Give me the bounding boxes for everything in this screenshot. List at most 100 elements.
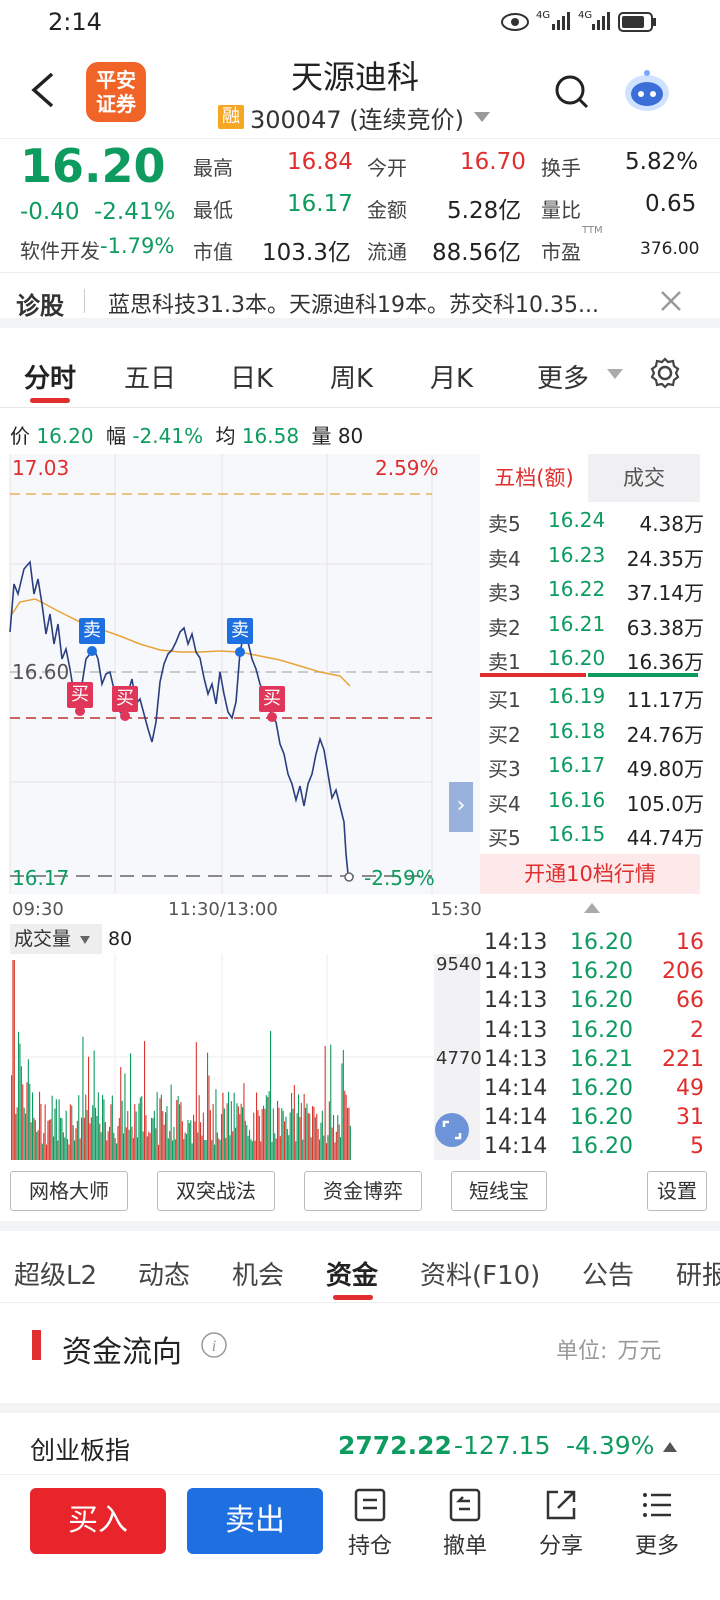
sell-marker[interactable]: 卖 [227, 618, 253, 644]
volume-bar [107, 1131, 109, 1160]
tab-weekly-k[interactable]: 周K [330, 358, 373, 395]
tab-monthly-k[interactable]: 月K [430, 358, 473, 395]
close-icon[interactable] [660, 290, 682, 312]
buy-marker[interactable]: 买 [112, 686, 138, 712]
buy-button[interactable]: 买入 [30, 1488, 166, 1554]
ask-row[interactable]: 卖5 16.24 4.38万 [480, 504, 710, 538]
volume-bar [92, 1105, 94, 1160]
volume-bar [344, 1090, 346, 1160]
tab-news-feed[interactable]: 动态 [138, 1255, 190, 1292]
info-icon[interactable]: i [200, 1331, 228, 1359]
buy-marker[interactable]: 买 [67, 682, 93, 708]
tab-trades[interactable]: 成交 [588, 454, 700, 502]
ask-row[interactable]: 卖3 16.22 37.14万 [480, 573, 710, 607]
diagnose-text[interactable]: 蓝思科技31.3本。天源迪科19本。苏交科10.35... [108, 287, 653, 319]
tab-five-day[interactable]: 五日 [124, 358, 176, 395]
price-change-pct: -2.41% [94, 199, 176, 225]
volume-bar [170, 1084, 172, 1160]
volume-bar [235, 1127, 237, 1160]
volume-bar [327, 1135, 329, 1160]
volume-bar [33, 1117, 35, 1160]
volume-bar [142, 1131, 144, 1160]
upgrade-level10-button[interactable]: 开通10档行情 [480, 854, 700, 894]
volume-bar [132, 1138, 134, 1160]
volume-bar [146, 1136, 148, 1160]
volume-bar [268, 1091, 270, 1160]
ask-row[interactable]: 卖4 16.23 24.35万 [480, 539, 710, 573]
volume-bar [95, 1107, 97, 1160]
more-button[interactable]: 更多 [617, 1488, 697, 1560]
volume-bar [111, 1095, 113, 1160]
volume-bar [165, 1112, 167, 1160]
positions-button[interactable]: 持仓 [330, 1488, 410, 1560]
tab-daily-k[interactable]: 日K [230, 358, 273, 395]
tab-more[interactable]: 更多 [537, 358, 589, 395]
tab-opportunity[interactable]: 机会 [232, 1255, 284, 1292]
volume-bar [307, 1113, 309, 1160]
tab-order-book[interactable]: 五档(额) [480, 454, 588, 502]
sell-button[interactable]: 卖出 [187, 1488, 323, 1554]
tab-active-indicator [30, 398, 70, 403]
volume-bar [296, 1113, 298, 1160]
price-chart[interactable] [0, 454, 480, 894]
info-amp-label: 幅 [105, 424, 126, 448]
level-price: 16.22 [548, 577, 606, 601]
tab-intraday[interactable]: 分时 [24, 358, 76, 395]
bid-row[interactable]: 买2 16.18 24.76万 [480, 715, 710, 749]
tick-row: 14:13 16.21 221 [480, 1047, 710, 1076]
cancel-order-button[interactable]: 撤单 [425, 1488, 505, 1560]
settings-button[interactable]: 设置 [647, 1171, 707, 1211]
tab-profile-f10[interactable]: 资料(F10) [420, 1255, 540, 1292]
volume-bar [288, 1135, 290, 1160]
volume-bar [271, 1141, 273, 1160]
indicator-select[interactable]: 成交量 [10, 924, 102, 954]
bid-row[interactable]: 买4 16.16 105.0万 [480, 784, 710, 818]
tab-announcements[interactable]: 公告 [582, 1255, 634, 1292]
volume-bar [258, 1115, 260, 1160]
expand-up-icon[interactable] [662, 1441, 678, 1453]
scroll-up-icon[interactable] [583, 902, 601, 914]
sector-name[interactable]: 软件开发 [20, 235, 100, 264]
double-breakout-button[interactable]: 双突战法 [157, 1171, 275, 1211]
buy-marker[interactable]: 买 [259, 686, 285, 712]
settings-gear-icon[interactable] [648, 356, 682, 390]
tick-time: 14:13 [484, 1017, 548, 1043]
fund-game-button[interactable]: 资金博弈 [304, 1171, 422, 1211]
fullscreen-icon[interactable] [434, 1112, 470, 1148]
broker-logo[interactable]: 平安 证券 [86, 62, 146, 122]
diagnose-bar[interactable]: 诊股 蓝思科技31.3本。天源迪科19本。苏交科10.35... [0, 272, 720, 328]
level-amount: 63.38万 [626, 615, 704, 640]
stock-code-row[interactable]: 融 300047 (连续竞价) [218, 102, 492, 134]
ask-row[interactable]: 卖2 16.21 63.38万 [480, 608, 710, 642]
volume-bar [337, 1115, 339, 1160]
tick-row: 14:13 16.20 2 [480, 1018, 710, 1047]
volume-bar [197, 1132, 199, 1160]
signal-icon-2 [592, 12, 610, 30]
volume-bar [250, 1139, 252, 1160]
short-line-button[interactable]: 短线宝 [451, 1171, 547, 1211]
volume-bar [181, 1121, 183, 1160]
bid-row[interactable]: 买3 16.17 49.80万 [480, 749, 710, 783]
ask-row[interactable]: 卖1 16.20 16.36万 [480, 642, 710, 676]
tab-research[interactable]: 研报 [676, 1255, 720, 1292]
panel-toggle-handle[interactable]: › [449, 782, 473, 832]
tab-super-l2[interactable]: 超级L2 [14, 1255, 97, 1292]
index-ticker[interactable]: 创业板指 2772.22 -127.15 -4.39% [0, 1403, 720, 1475]
tab-funds[interactable]: 资金 [326, 1255, 378, 1292]
back-icon[interactable] [28, 70, 58, 110]
bid-row[interactable]: 买1 16.19 11.17万 [480, 680, 710, 714]
chart-top-price: 17.03 [12, 456, 70, 480]
bid-row[interactable]: 买5 16.15 44.74万 [480, 818, 710, 852]
volume-chart[interactable] [0, 954, 480, 1160]
share-button[interactable]: 分享 [521, 1488, 601, 1560]
sell-marker[interactable]: 卖 [79, 618, 105, 644]
volume-bar [75, 1128, 77, 1160]
volume-bar [201, 1135, 203, 1160]
search-icon[interactable] [554, 74, 590, 110]
grid-master-button[interactable]: 网格大师 [10, 1171, 128, 1211]
volume-bar [214, 1144, 216, 1160]
robot-assistant-icon[interactable] [622, 66, 672, 116]
order-book: 五档(额) 成交 卖5 16.24 4.38万 卖4 16.23 24.35万 卖3 16.2… [480, 454, 704, 894]
volume-bar [62, 1132, 64, 1160]
tick-price: 16.20 [570, 1105, 633, 1131]
